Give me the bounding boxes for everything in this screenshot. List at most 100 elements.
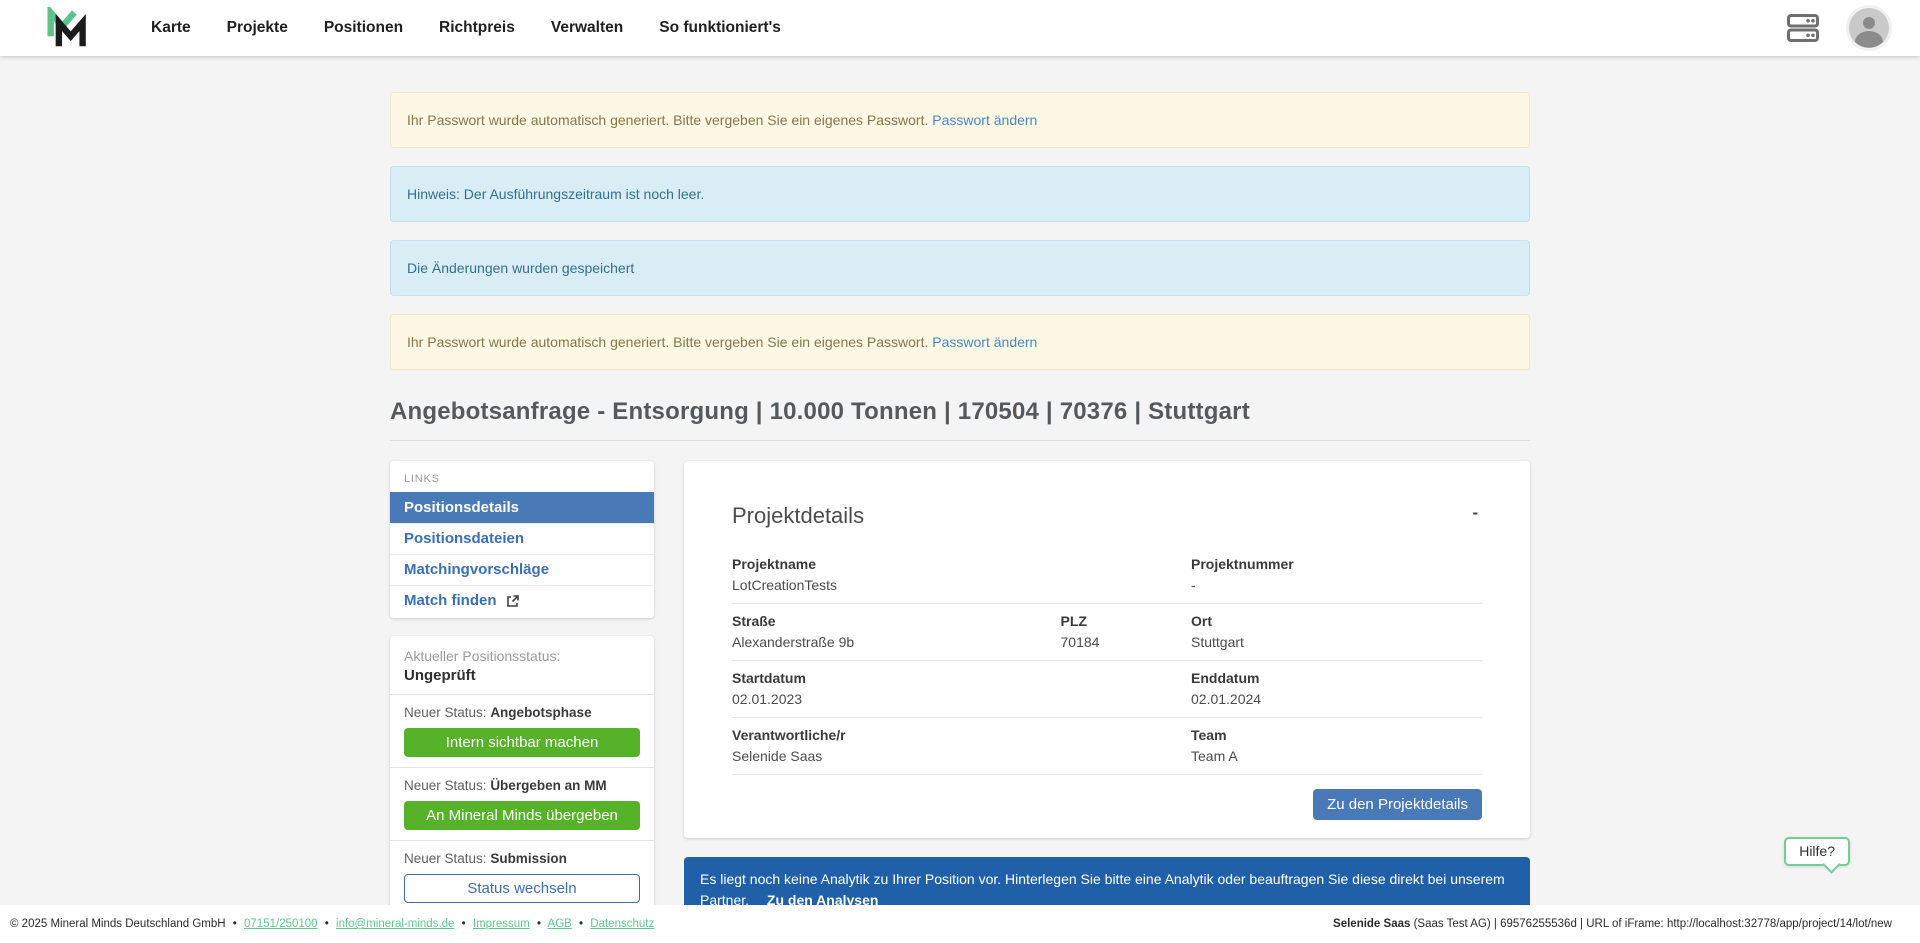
separator: • — [537, 918, 541, 930]
new-status-label: Neuer Status: — [404, 778, 487, 793]
field-value: Team A — [1191, 747, 1482, 765]
alert-changes-saved: Die Änderungen wurden gespeichert — [390, 240, 1530, 296]
project-details-title: Projektdetails — [732, 503, 864, 529]
help-button[interactable]: Hilfe? — [1784, 837, 1850, 866]
sidebar-item-matchingvorschlaege[interactable]: Matchingvorschläge — [390, 554, 654, 585]
new-status-label: Neuer Status: — [404, 851, 487, 866]
user-avatar[interactable] — [1846, 5, 1892, 51]
sidebar-item-positionsdetails[interactable]: Positionsdetails — [390, 492, 654, 523]
alert-text: Hinweis: Der Ausführungszeitraum ist noc… — [407, 186, 704, 202]
nav-item-richtpreis[interactable]: Richtpreis — [427, 11, 527, 45]
server-icon[interactable] — [1786, 11, 1820, 45]
title-divider — [390, 440, 1530, 441]
field-value: Alexanderstraße 9b — [732, 633, 1061, 651]
current-status-value: Ungeprüft — [404, 667, 640, 684]
field-value: Selenide Saas — [732, 747, 1191, 765]
content-container: Ihr Passwort wurde automatisch generiert… — [390, 92, 1530, 905]
separator: • — [233, 918, 237, 930]
change-status-button[interactable]: Status wechseln — [404, 874, 640, 903]
nav-item-karte[interactable]: Karte — [139, 11, 203, 45]
nav-item-so-funktionierts[interactable]: So funktioniert's — [647, 11, 793, 45]
new-status-line: Neuer Status: Übergeben an MM — [404, 778, 640, 793]
go-to-analyses-link[interactable]: Zu den Analysen — [767, 892, 879, 905]
field-value: 02.01.2024 — [1191, 690, 1482, 708]
nav-item-positionen[interactable]: Positionen — [312, 11, 415, 45]
alert-password-warning: Ihr Passwort wurde automatisch generiert… — [390, 92, 1530, 148]
separator: • — [579, 918, 583, 930]
go-to-project-details-button[interactable]: Zu den Projektdetails — [1313, 789, 1482, 820]
field-label: Straße — [732, 612, 1061, 630]
new-status-value: Übergeben an MM — [490, 778, 606, 793]
sidebar-item-label: Positionsdetails — [404, 499, 519, 516]
links-card-header: LINKS — [390, 461, 654, 492]
alert-text: Die Änderungen wurden gespeichert — [407, 260, 634, 276]
field-value: LotCreationTests — [732, 576, 1191, 594]
field-label: Verantwortliche/r — [732, 726, 1191, 744]
nav-item-projekte[interactable]: Projekte — [215, 11, 300, 45]
analytics-banner: Es liegt noch keine Analytik zu Ihrer Po… — [684, 857, 1530, 905]
nav-item-verwalten[interactable]: Verwalten — [539, 11, 635, 45]
content-area: Ihr Passwort wurde automatisch generiert… — [0, 56, 1920, 905]
password-change-link[interactable]: Passwort ändern — [932, 112, 1037, 128]
sidebar-item-match-finden[interactable]: Match finden — [390, 585, 654, 616]
footer-session-info: Selenide Saas (Saas Test AG) | 695762555… — [1333, 918, 1892, 930]
hand-over-to-mineral-minds-button[interactable]: An Mineral Minds übergeben — [404, 801, 640, 830]
divider — [390, 840, 654, 841]
detail-row: Startdatum 02.01.2023 Enddatum 02.01.202… — [732, 661, 1482, 718]
detail-row: Projektname LotCreationTests Projektnumm… — [732, 555, 1482, 604]
sidebar-item-label: Match finden — [404, 592, 497, 609]
field-label: Projektnummer — [1191, 555, 1482, 573]
new-status-label: Neuer Status: — [404, 705, 487, 720]
new-status-line: Neuer Status: Angebotsphase — [404, 705, 640, 720]
main-navigation: Karte Projekte Positionen Richtpreis Ver… — [139, 11, 793, 45]
divider — [390, 767, 654, 768]
new-status-value: Submission — [490, 851, 567, 866]
current-status-label: Aktueller Positionsstatus: — [404, 648, 640, 664]
separator: • — [462, 918, 466, 930]
field-value: - — [1191, 576, 1482, 594]
main-column: Projektdetails - Projektname LotCreation… — [684, 461, 1530, 905]
session-user: Selenide Saas — [1333, 918, 1410, 930]
footer-left: © 2025 Mineral Minds Deutschland GmbH • … — [10, 918, 654, 930]
alert-text: Ihr Passwort wurde automatisch generiert… — [407, 112, 928, 128]
field-label: Projektname — [732, 555, 1191, 573]
impressum-link[interactable]: Impressum — [473, 918, 530, 930]
email-link[interactable]: info@mineral-minds.de — [336, 918, 454, 930]
field-value: 02.01.2023 — [732, 690, 1191, 708]
field-label: Enddatum — [1191, 669, 1482, 687]
sidebar-item-label: Positionsdateien — [404, 530, 524, 547]
new-status-value: Angebotsphase — [490, 705, 591, 720]
navbar-right — [1786, 5, 1892, 51]
top-navbar: Karte Projekte Positionen Richtpreis Ver… — [0, 0, 1920, 56]
detail-row: Straße Alexanderstraße 9b PLZ 70184 Ort … — [732, 604, 1482, 661]
field-label: PLZ — [1061, 612, 1192, 630]
links-card: LINKS Positionsdetails Positionsdateien … — [390, 461, 654, 618]
sidebar-item-positionsdateien[interactable]: Positionsdateien — [390, 523, 654, 554]
agb-link[interactable]: AGB — [548, 918, 572, 930]
field-label: Ort — [1191, 612, 1482, 630]
session-details: (Saas Test AG) | 69576255536d | URL of i… — [1410, 918, 1892, 930]
project-details-grid: Projektname LotCreationTests Projektnumm… — [732, 555, 1482, 775]
datenschutz-link[interactable]: Datenschutz — [590, 918, 654, 930]
footer: © 2025 Mineral Minds Deutschland GmbH • … — [0, 905, 1920, 943]
project-details-card: Projektdetails - Projektname LotCreation… — [684, 461, 1530, 838]
field-value: 70184 — [1061, 633, 1192, 651]
new-status-line: Neuer Status: Submission — [404, 851, 640, 866]
field-label: Startdatum — [732, 669, 1191, 687]
copyright-text: © 2025 Mineral Minds Deutschland GmbH — [10, 918, 226, 930]
mineral-minds-logo-icon[interactable] — [45, 7, 91, 49]
phone-link[interactable]: 07151/250100 — [244, 918, 318, 930]
external-link-icon — [506, 594, 520, 608]
collapse-toggle[interactable]: - — [1468, 503, 1482, 523]
sidebar: LINKS Positionsdetails Positionsdateien … — [390, 461, 654, 905]
alert-text: Ihr Passwort wurde automatisch generiert… — [407, 334, 928, 350]
make-visible-internally-button[interactable]: Intern sichtbar machen — [404, 728, 640, 757]
password-change-link[interactable]: Passwort ändern — [932, 334, 1037, 350]
field-value: Stuttgart — [1191, 633, 1482, 651]
divider — [390, 694, 654, 695]
sidebar-item-label: Matchingvorschläge — [404, 561, 549, 578]
page: Karte Projekte Positionen Richtpreis Ver… — [0, 0, 1920, 943]
status-card: Aktueller Positionsstatus: Ungeprüft Neu… — [390, 636, 654, 905]
detail-row: Verantwortliche/r Selenide Saas Team Tea… — [732, 718, 1482, 775]
field-label: Team — [1191, 726, 1482, 744]
